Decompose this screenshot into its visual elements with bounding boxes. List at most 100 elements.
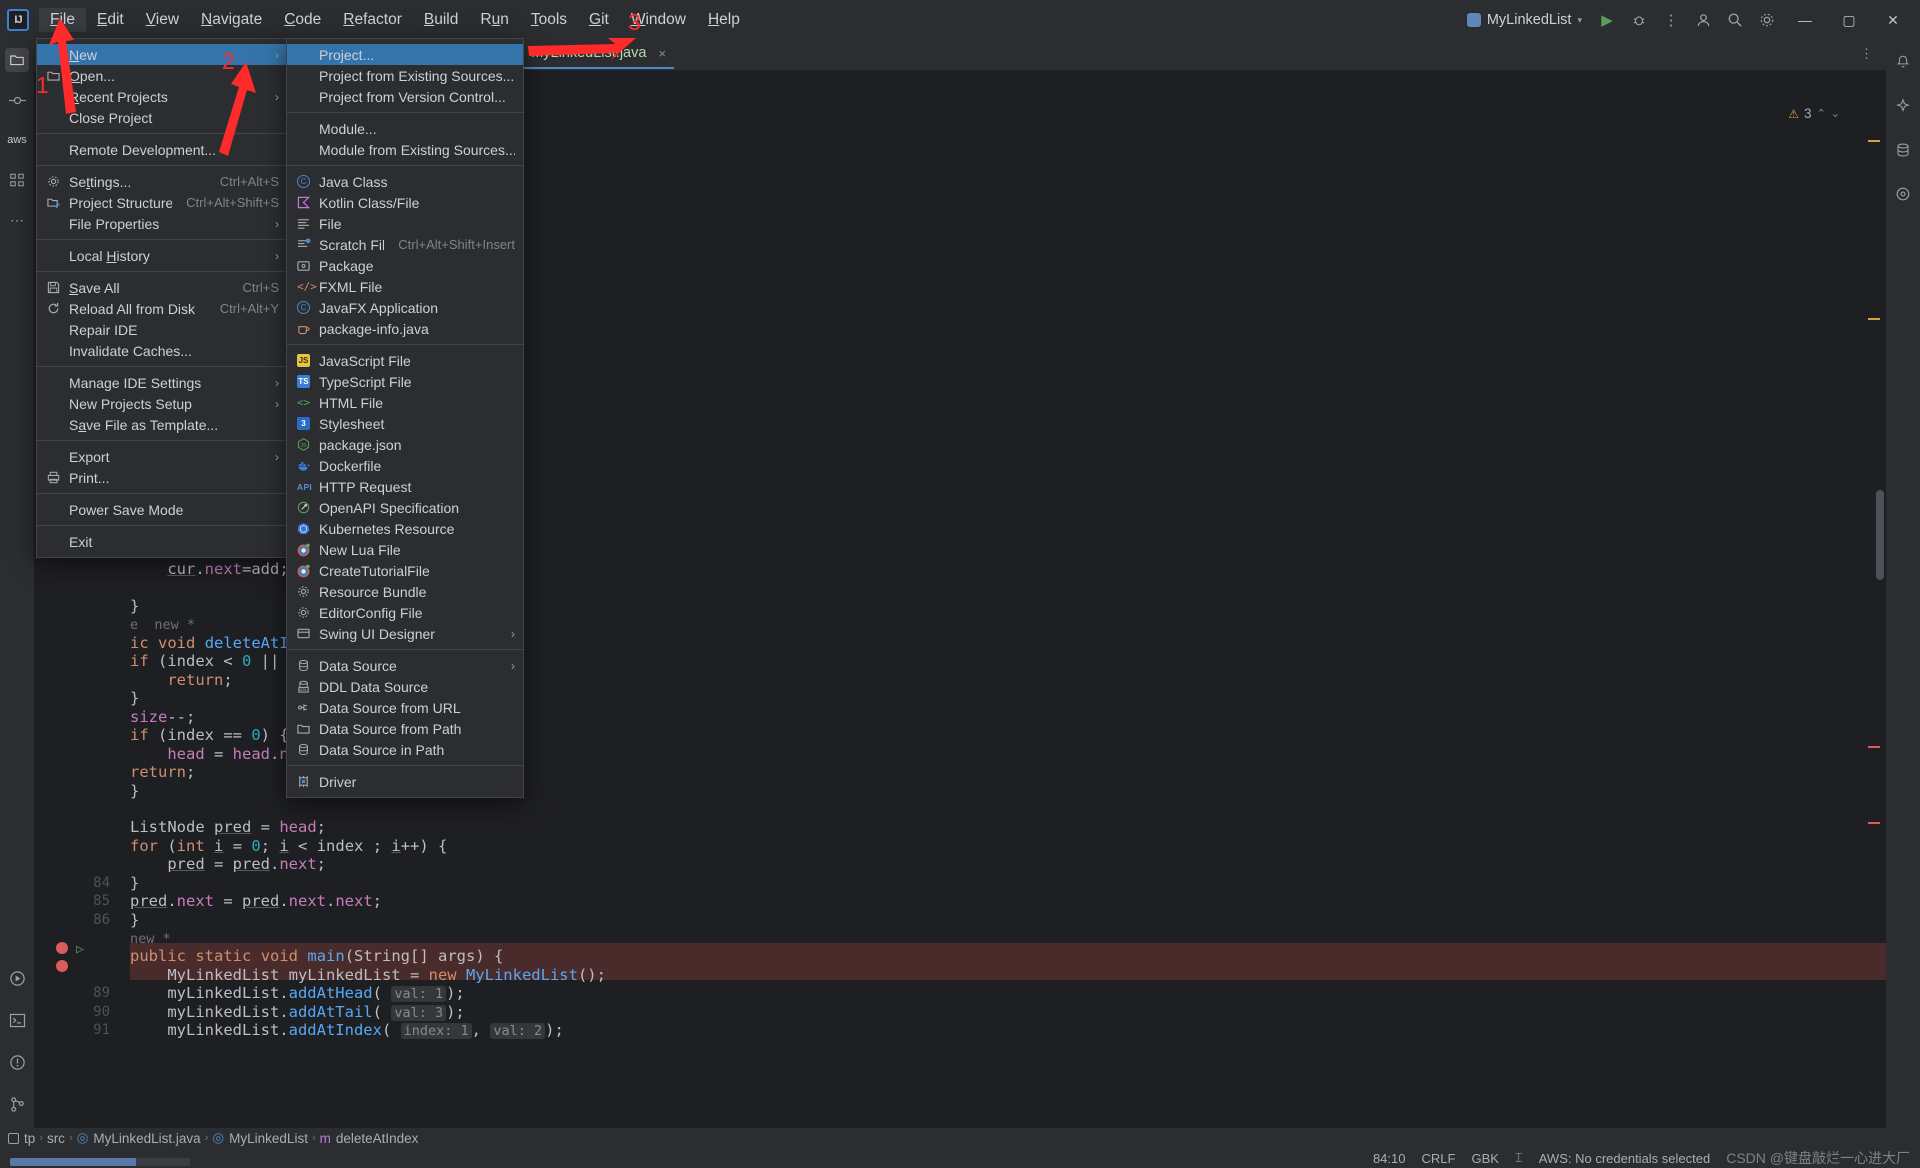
file-encoding[interactable]: GBK <box>1471 1151 1498 1166</box>
new-menu-item-dockerfile[interactable]: Dockerfile <box>287 455 523 476</box>
ai-assistant-icon[interactable] <box>1891 94 1915 118</box>
file-menu-item-power-save-mode[interactable]: Power Save Mode <box>37 499 287 520</box>
menubar-item-git[interactable]: Git <box>578 8 620 32</box>
new-menu-item-resource-bundle[interactable]: Resource Bundle <box>287 581 523 602</box>
sidebar-item-more[interactable]: ⋯ <box>5 208 29 232</box>
run-configuration-selector[interactable]: MyLinkedList ▾ <box>1459 9 1590 31</box>
new-menu-item-editorconfig-file[interactable]: EditorConfig File <box>287 602 523 623</box>
sidebar-item-project[interactable] <box>5 48 29 72</box>
database-icon[interactable] <box>1891 138 1915 162</box>
breadcrumb-item-deleteatindex[interactable]: mdeleteAtIndex <box>320 1131 419 1146</box>
search-icon[interactable] <box>1720 5 1750 35</box>
new-menu-item-swing-ui-designer[interactable]: Swing UI Designer› <box>287 623 523 644</box>
new-menu-item-fxml-file[interactable]: </>FXML File <box>287 276 523 297</box>
new-menu-item-javafx-application[interactable]: CJavaFX Application <box>287 297 523 318</box>
file-menu-item-invalidate-caches[interactable]: Invalidate Caches... <box>37 340 287 361</box>
new-menu-item-new-lua-file[interactable]: New Lua File <box>287 539 523 560</box>
settings-gear-icon[interactable] <box>1752 5 1782 35</box>
new-menu-item-ddl-data-source[interactable]: DDLDDL Data Source <box>287 676 523 697</box>
file-menu-item-settings[interactable]: Settings...Ctrl+Alt+S <box>37 171 287 192</box>
minimize-button[interactable]: — <box>1784 0 1826 40</box>
new-menu-item-kotlin-class-file[interactable]: Kotlin Class/File <box>287 192 523 213</box>
problems-tool-window-icon[interactable] <box>5 1050 29 1074</box>
file-menu-item-new[interactable]: New› <box>37 44 287 65</box>
new-menu-item-typescript-file[interactable]: TSTypeScript File <box>287 371 523 392</box>
file-menu-item-reload-all-from-disk[interactable]: Reload All from DiskCtrl+Alt+Y <box>37 298 287 319</box>
menubar-item-refactor[interactable]: Refactor <box>332 8 413 32</box>
debug-icon[interactable] <box>1624 5 1654 35</box>
new-submenu-popup[interactable]: Project...Project from Existing Sources.… <box>286 38 524 798</box>
run-icon[interactable]: ▶ <box>1592 5 1622 35</box>
file-menu-item-save-all[interactable]: Save AllCtrl+S <box>37 277 287 298</box>
file-menu-item-save-file-as-template[interactable]: Save File as Template... <box>37 414 287 435</box>
new-menu-item-javascript-file[interactable]: JSJavaScript File <box>287 350 523 371</box>
new-menu-item-kubernetes-resource[interactable]: Kubernetes Resource <box>287 518 523 539</box>
indent-icon[interactable]: ⌶ <box>1515 1150 1523 1166</box>
file-menu-item-print[interactable]: Print... <box>37 467 287 488</box>
run-method-icon[interactable]: ▷ <box>76 941 84 960</box>
menubar-item-view[interactable]: View <box>135 8 190 32</box>
new-menu-item-java-class[interactable]: CJava Class <box>287 171 523 192</box>
sidebar-item-commit[interactable] <box>5 88 29 112</box>
version-control-icon[interactable] <box>5 1092 29 1116</box>
close-button[interactable]: ✕ <box>1872 0 1914 40</box>
terminal-tool-window-icon[interactable] <box>5 1008 29 1032</box>
file-menu-item-manage-ide-settings[interactable]: Manage IDE Settings› <box>37 372 287 393</box>
new-menu-item-openapi-specification[interactable]: OpenAPI Specification <box>287 497 523 518</box>
new-menu-item-data-source-from-url[interactable]: Data Source from URL <box>287 697 523 718</box>
new-menu-item-driver[interactable]: Driver <box>287 771 523 792</box>
sidebar-item-structure[interactable] <box>5 168 29 192</box>
breakpoint-icon[interactable] <box>56 960 68 972</box>
file-menu-item-project-structure[interactable]: Project Structure...Ctrl+Alt+Shift+S <box>37 192 287 213</box>
new-menu-item-project-from-version-control[interactable]: Project from Version Control... <box>287 86 523 107</box>
close-icon[interactable]: × <box>658 46 666 61</box>
file-menu-item-recent-projects[interactable]: Recent Projects› <box>37 86 287 107</box>
menubar-item-tools[interactable]: Tools <box>520 8 578 32</box>
menubar-item-code[interactable]: Code <box>273 8 332 32</box>
new-menu-item-project-from-existing-sources[interactable]: Project from Existing Sources... <box>287 65 523 86</box>
new-menu-item-module-from-existing-sources[interactable]: Module from Existing Sources... <box>287 139 523 160</box>
new-menu-item-scratch-file[interactable]: Scratch FileCtrl+Alt+Shift+Insert <box>287 234 523 255</box>
menubar-item-build[interactable]: Build <box>413 8 469 32</box>
editor-tab-options-icon[interactable]: ⋮ <box>1860 46 1874 62</box>
new-menu-item-createtutorialfile[interactable]: CreateTutorialFile <box>287 560 523 581</box>
new-menu-item-package-info-java[interactable]: package-info.java <box>287 318 523 339</box>
file-menu-item-open[interactable]: Open... <box>37 65 287 86</box>
menubar-item-run[interactable]: Run <box>469 8 519 32</box>
new-menu-item-http-request[interactable]: APIHTTP Request <box>287 476 523 497</box>
line-separator[interactable]: CRLF <box>1422 1151 1456 1166</box>
new-menu-item-data-source-from-path[interactable]: Data Source from Path <box>287 718 523 739</box>
file-menu-item-exit[interactable]: Exit <box>37 531 287 552</box>
new-menu-item-module[interactable]: Module... <box>287 118 523 139</box>
more-options-icon[interactable]: ⋮ <box>1656 5 1686 35</box>
new-menu-item-file[interactable]: File <box>287 213 523 234</box>
menubar-item-help[interactable]: Help <box>697 8 751 32</box>
new-menu-item-data-source[interactable]: Data Source› <box>287 655 523 676</box>
maximize-button[interactable]: ▢ <box>1828 0 1870 40</box>
menubar-item-file[interactable]: File <box>39 8 86 32</box>
account-icon[interactable] <box>1688 5 1718 35</box>
caret-position[interactable]: 84:10 <box>1373 1151 1406 1166</box>
tab-mylinkedlist-java[interactable]: ☕ MyLinkedList.java × <box>504 41 674 69</box>
breadcrumb-item-mylinkedlist[interactable]: ◎MyLinkedList <box>212 1130 308 1146</box>
sidebar-item-aws[interactable]: aws <box>5 128 29 152</box>
learn-icon[interactable] <box>1891 182 1915 206</box>
new-menu-item-stylesheet[interactable]: 3Stylesheet <box>287 413 523 434</box>
file-menu-item-close-project[interactable]: Close Project <box>37 107 287 128</box>
breadcrumb-item-src[interactable]: src <box>47 1131 65 1146</box>
new-menu-item-package[interactable]: Package <box>287 255 523 276</box>
notifications-bell-icon[interactable] <box>1891 50 1915 74</box>
new-menu-item-data-source-in-path[interactable]: Data Source in Path <box>287 739 523 760</box>
run-tool-window-icon[interactable] <box>5 966 29 990</box>
menubar-item-edit[interactable]: Edit <box>86 8 135 32</box>
breadcrumb-item-tp[interactable]: tp <box>8 1131 35 1146</box>
file-menu-item-remote-development[interactable]: Remote Development... <box>37 139 287 160</box>
file-menu-item-local-history[interactable]: Local History› <box>37 245 287 266</box>
file-menu-item-new-projects-setup[interactable]: New Projects Setup› <box>37 393 287 414</box>
file-menu-item-file-properties[interactable]: File Properties› <box>37 213 287 234</box>
aws-status[interactable]: AWS: No credentials selected <box>1539 1151 1710 1166</box>
breadcrumb[interactable]: tp›src›◎MyLinkedList.java›◎MyLinkedList›… <box>0 1128 1920 1148</box>
new-menu-item-html-file[interactable]: <>HTML File <box>287 392 523 413</box>
new-menu-item-package-json[interactable]: JSpackage.json <box>287 434 523 455</box>
file-menu-item-export[interactable]: Export› <box>37 446 287 467</box>
